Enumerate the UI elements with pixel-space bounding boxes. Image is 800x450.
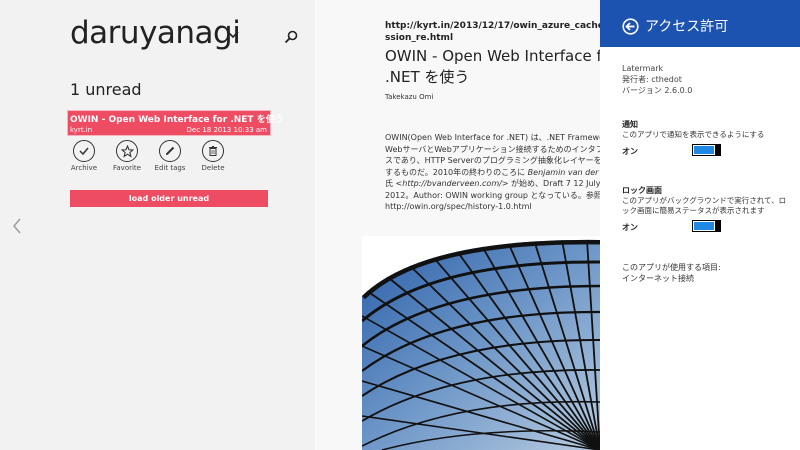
load-older-button[interactable]: load older unread bbox=[70, 190, 268, 207]
back-arrow-icon[interactable] bbox=[622, 18, 639, 35]
article-body-author: Benjamin van der Veen bbox=[527, 167, 600, 177]
permissions-flyout: アクセス許可 Latermark 発行者: cthedot バージョン 2.6.… bbox=[600, 0, 800, 450]
notifications-description: このアプリで通知を表示できるようにする bbox=[622, 130, 765, 139]
pencil-icon bbox=[166, 146, 175, 155]
edit-tags-label: Edit tags bbox=[154, 164, 186, 172]
toggle-thumb bbox=[715, 219, 721, 232]
lock-screen-state: オン bbox=[622, 223, 638, 232]
notifications-title: 通知 bbox=[622, 120, 638, 129]
lock-screen-title: ロック画面 bbox=[622, 186, 662, 195]
search-icon[interactable] bbox=[284, 30, 298, 44]
chevron-down-icon[interactable] bbox=[226, 28, 240, 42]
permissions-title: このアプリが使用する項目: bbox=[622, 263, 721, 272]
list-item-source: kyrt.in bbox=[70, 126, 93, 134]
archive-button[interactable]: Archive bbox=[64, 140, 104, 172]
archive-label: Archive bbox=[70, 164, 98, 172]
article-body: OWIN(Open Web Interface for .NET) は、.NET… bbox=[385, 132, 600, 213]
edit-tags-button[interactable]: Edit tags bbox=[150, 140, 190, 172]
permission-item: インターネット接続 bbox=[622, 274, 694, 283]
publisher: 発行者: cthedot bbox=[622, 75, 682, 84]
lock-screen-description: このアプリがバックグラウンドで実行されて、ロック画面に簡易ステータスが表示されま… bbox=[622, 196, 787, 215]
article-author: Takekazu Omi bbox=[385, 93, 434, 101]
app-title[interactable]: daruyanagi bbox=[70, 15, 241, 51]
article-body-text: 氏 bbox=[385, 179, 396, 188]
flyout-header: アクセス許可 bbox=[600, 0, 800, 47]
flyout-title: アクセス許可 bbox=[645, 19, 729, 35]
app-name: Latermark bbox=[622, 64, 664, 73]
lock-screen-toggle[interactable] bbox=[692, 219, 721, 232]
favorite-label: Favorite bbox=[113, 164, 141, 172]
toggle-fill bbox=[694, 146, 714, 154]
article-list-pane: daruyanagi 1 unread OWIN - Open Web Inte… bbox=[0, 0, 315, 450]
list-item[interactable]: OWIN - Open Web Interface for .NET を使う k… bbox=[67, 110, 284, 136]
list-item-date: Dec 18 2013 10:33 am bbox=[186, 126, 267, 134]
check-icon bbox=[79, 147, 89, 156]
delete-label: Delete bbox=[201, 164, 225, 172]
article-image bbox=[362, 236, 600, 450]
trash-icon bbox=[209, 146, 217, 156]
star-icon bbox=[120, 144, 134, 158]
toggle-fill bbox=[694, 222, 714, 230]
list-item-title: OWIN - Open Web Interface for .NET を使う bbox=[70, 115, 284, 125]
notifications-state: オン bbox=[622, 147, 638, 156]
article-heading: OWIN - Open Web Interface for .NET を使う bbox=[385, 47, 600, 86]
article-pane: http://kyrt.in/2013/12/17/owin_azure_cac… bbox=[315, 0, 600, 450]
unread-count: 1 unread bbox=[70, 80, 142, 99]
chevron-left-icon[interactable] bbox=[12, 218, 22, 234]
delete-button[interactable]: Delete bbox=[193, 140, 233, 172]
notifications-toggle[interactable] bbox=[692, 143, 721, 156]
favorite-button[interactable]: Favorite bbox=[107, 140, 147, 172]
toggle-thumb bbox=[715, 143, 721, 156]
version: バージョン 2.6.0.0 bbox=[622, 86, 693, 95]
article-url[interactable]: http://kyrt.in/2013/12/17/owin_azure_cac… bbox=[385, 20, 600, 44]
article-body-link[interactable]: <http://bvanderveen.com/> bbox=[396, 179, 509, 188]
